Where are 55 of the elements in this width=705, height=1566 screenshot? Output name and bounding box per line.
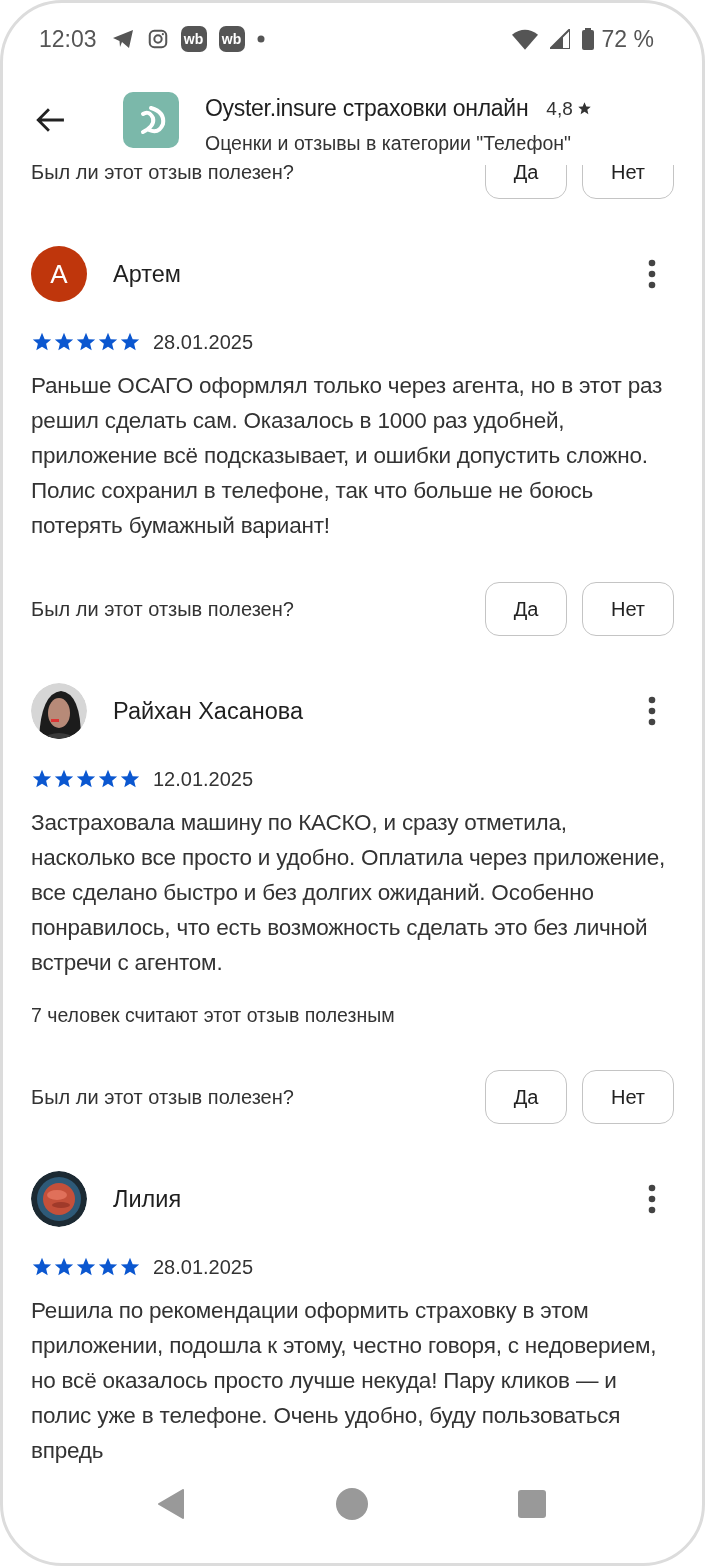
no-button[interactable]: Нет xyxy=(582,165,674,199)
star-icon xyxy=(31,768,53,790)
star-icon xyxy=(31,1256,53,1278)
star-icon xyxy=(75,331,97,353)
star-icon xyxy=(53,331,75,353)
star-icon xyxy=(97,768,119,790)
reviewer-name: Артем xyxy=(113,260,182,288)
star-icon xyxy=(119,331,141,353)
app-logo-icon xyxy=(123,92,179,148)
no-button[interactable]: Нет xyxy=(582,582,674,636)
reviewer-name: Райхан Хасанова xyxy=(113,697,305,725)
yes-button[interactable]: Да xyxy=(485,582,567,636)
review-date: 28.01.2025 xyxy=(153,1255,254,1279)
dot-icon xyxy=(256,35,265,43)
feedback-question: Был ли этот отзыв полезен? xyxy=(31,165,295,184)
star-icon xyxy=(53,1256,75,1278)
more-options-icon[interactable] xyxy=(648,259,656,289)
signal-icon xyxy=(549,29,570,49)
battery-level: 72 % xyxy=(601,25,654,53)
back-nav-icon[interactable] xyxy=(157,1489,185,1519)
review-date: 12.01.2025 xyxy=(153,767,254,791)
status-time: 12:03 xyxy=(39,25,97,53)
more-options-icon[interactable] xyxy=(648,1184,656,1214)
review-text: Решила по рекомендации оформить страховку в этом приложении, подошла к этому, честно говоря, с недоверием, но всё оказалось просто лучше некуда! Пару кликов — и полис уже в телефоне. Очень удобно, буду пользоваться впредь xyxy=(31,1297,658,1465)
star-icon xyxy=(119,768,141,790)
star-icon xyxy=(75,768,97,790)
helpful-count: 7 человек считают этот отзыв полезным xyxy=(31,1004,396,1027)
back-arrow-icon[interactable] xyxy=(35,107,65,133)
star-icon xyxy=(31,331,53,353)
app-badge-icon: wb xyxy=(218,26,245,52)
star-icon xyxy=(97,1256,119,1278)
review-text: Застраховала машину по КАСКО, и сразу отметила, насколько все просто и удобно. Оплатила через приложение, все сделано быстро и без долгих ожиданий. Особенно понравилось, что есть возможность сделать это без личной встречи с агентом. xyxy=(31,809,667,977)
feedback-question: Был ли этот отзыв полезен? xyxy=(31,597,295,621)
app-subtitle: Оценки и отзывы в категории "Телефон" xyxy=(205,132,572,155)
no-button[interactable]: Нет xyxy=(582,1070,674,1124)
review-text: Раньше ОСАГО оформлял только через агента, но в этот раз решил сделать сам. Оказалось в 1000 раз удобней, приложение всё подсказывает, и ошибки допустить сложно. Полис сохранил в телефоне, так что больше не боюсь потерять бумажный вариант! xyxy=(31,372,664,540)
app-badge-icon: wb xyxy=(180,26,207,52)
more-options-icon[interactable] xyxy=(648,696,656,726)
yes-button[interactable]: Да xyxy=(485,1070,567,1124)
yes-button[interactable]: Да xyxy=(485,165,567,199)
star-icon xyxy=(53,768,75,790)
app-rating: 4,8 xyxy=(546,97,573,120)
app-title: Oyster.insure страховки онлайн xyxy=(205,95,529,122)
camera-icon xyxy=(146,28,169,50)
star-icon xyxy=(75,1256,97,1278)
feedback-question: Был ли этот отзыв полезен? xyxy=(31,1085,295,1109)
reviewer-name: Лилия xyxy=(113,1185,183,1213)
wifi-icon xyxy=(511,28,538,50)
home-nav-icon[interactable] xyxy=(335,1488,368,1520)
battery-icon xyxy=(581,28,594,50)
star-icon xyxy=(97,331,119,353)
review-date: 28.01.2025 xyxy=(153,330,254,354)
star-icon xyxy=(576,101,592,116)
avatar: А xyxy=(31,246,87,302)
star-icon xyxy=(119,1256,141,1278)
